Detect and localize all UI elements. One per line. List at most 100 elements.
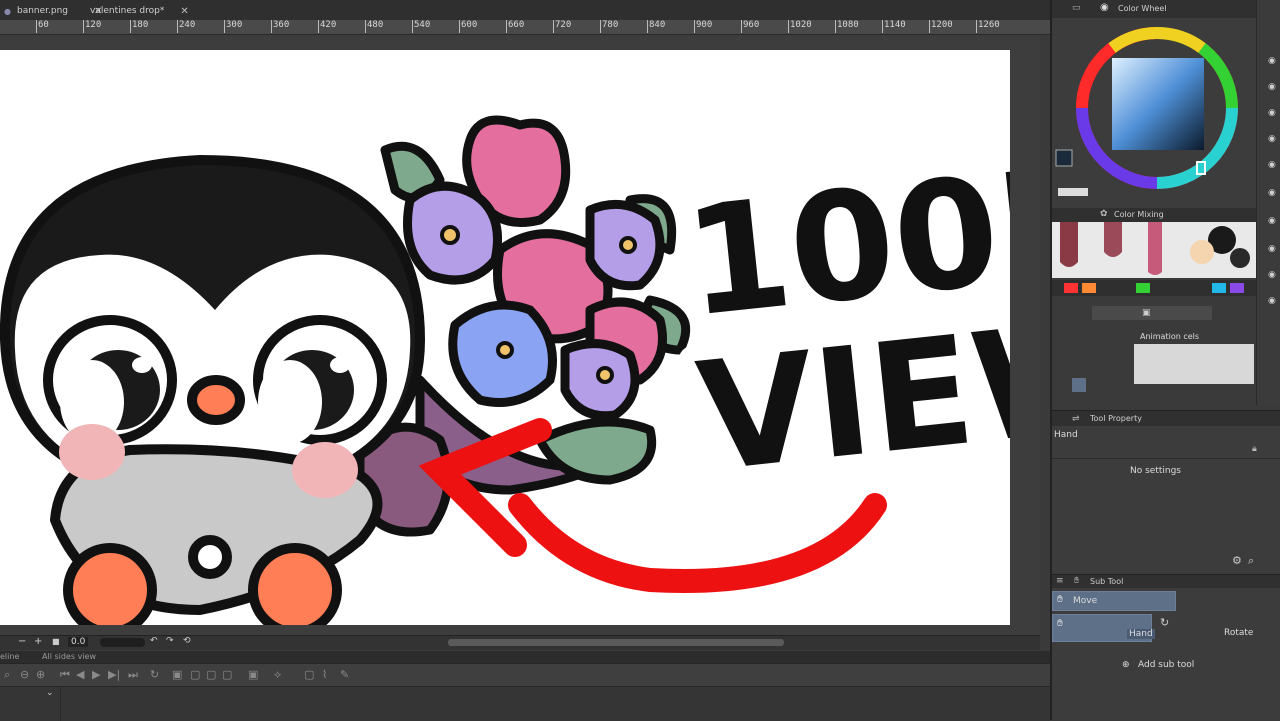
layer-thumbnail[interactable]: [1134, 344, 1254, 384]
ruler-tick: 180: [129, 20, 149, 33]
main-color-swatch[interactable]: [1055, 149, 1073, 167]
ruler-tick: 900: [693, 20, 713, 33]
eye-icon[interactable]: ◉: [1268, 296, 1276, 306]
rotate-right-icon[interactable]: ↷: [166, 636, 174, 646]
keyframe-icon[interactable]: ⟡: [274, 668, 281, 682]
color-mixing-canvas[interactable]: [1052, 222, 1256, 278]
ruler-tick: 360: [270, 20, 290, 33]
menu-icon[interactable]: ≡: [1056, 576, 1064, 586]
search-icon[interactable]: ⌕: [4, 668, 10, 682]
stop-icon[interactable]: ■: [52, 637, 60, 646]
rotate-icon: ↻: [1160, 616, 1170, 629]
cel-icon[interactable]: ▢: [206, 668, 216, 681]
cel-icon[interactable]: ▢: [222, 668, 232, 681]
rotate-left-icon[interactable]: ↶: [150, 636, 158, 646]
color-palette[interactable]: [1052, 280, 1256, 296]
ruler-tick: 660: [505, 20, 525, 33]
eye-icon[interactable]: ◉: [1268, 270, 1276, 280]
color-wheel-panel[interactable]: [1052, 18, 1256, 208]
wrench-icon[interactable]: ⚙: [1232, 554, 1242, 567]
color-wheel-title: Color Wheel: [1118, 4, 1167, 13]
frame-icon[interactable]: ▢: [304, 668, 314, 681]
add-sub-tool-label: Add sub tool: [1138, 660, 1195, 670]
plus-icon: ⊕: [1122, 660, 1130, 670]
ruler-tick: 720: [552, 20, 572, 33]
zoom-slider[interactable]: [100, 638, 145, 647]
divider: [1052, 458, 1280, 459]
ruler-tick: 240: [176, 20, 196, 33]
no-settings-text: No settings: [1130, 466, 1181, 476]
cel-icon[interactable]: ▢: [190, 668, 200, 681]
zoom-value[interactable]: 0.0: [68, 637, 89, 647]
last-frame-icon[interactable]: ⏭: [128, 668, 138, 682]
eye-icon[interactable]: ◉: [1268, 134, 1276, 144]
loop-icon[interactable]: ↻: [150, 668, 159, 681]
ruler-tick: 840: [646, 20, 666, 33]
hand-icon: ✋︎: [1074, 576, 1080, 586]
tool-property-icon: ⇌: [1072, 414, 1080, 424]
color-mixing-title: Color Mixing: [1114, 210, 1164, 219]
zoom-in-icon[interactable]: ⊕: [36, 668, 45, 681]
layer-selected-indicator: [1072, 378, 1086, 392]
chevron-down-icon[interactable]: ⌄: [46, 688, 54, 698]
eye-icon[interactable]: ◉: [1268, 160, 1276, 170]
horizontal-ruler: 60 120 180 240 300 360 420 480 540 600 6…: [0, 20, 1052, 35]
timeline-track-area[interactable]: ⌄: [0, 686, 1050, 721]
sub-tool-label: Hand: [1127, 629, 1155, 639]
tool-property-header: ⇌ Tool Property: [1052, 410, 1280, 427]
ruler-tick: 480: [364, 20, 384, 33]
timeline-toolbar: ⌕ ⊖ ⊕ ⏮ ◀ ▶ ▶| ⏭ ↻ ▣ ▢ ▢ ▢ ▣ ⟡ ▢ ⌇ ✎: [0, 663, 1050, 686]
new-cel-icon[interactable]: ▣: [172, 668, 182, 681]
ruler-tick: 1200: [929, 20, 953, 33]
tool-property-tool-name: Hand: [1054, 430, 1078, 440]
eye-icon[interactable]: ◉: [1268, 188, 1276, 198]
tab-label: valentines drop*: [90, 6, 165, 16]
layer-panel[interactable]: ▣ Animation cels: [1052, 296, 1256, 406]
ruler-tick: 60: [36, 20, 49, 33]
zoom-out-icon[interactable]: −: [18, 636, 26, 647]
eye-icon[interactable]: ◉: [1268, 216, 1276, 226]
eye-icon[interactable]: ◉: [1268, 244, 1276, 254]
drawing-canvas[interactable]: 100M 100M VIEWS VIEWS: [0, 50, 1010, 625]
ruler-tick: 1020: [788, 20, 812, 33]
ruler-tick: 540: [411, 20, 431, 33]
sub-tool-group-move[interactable]: ✋︎ Move: [1052, 591, 1176, 611]
sub-tool-label: Rotate: [1224, 628, 1254, 638]
layer-icon[interactable]: ▣: [1142, 308, 1151, 318]
next-frame-icon[interactable]: ▶|: [108, 668, 120, 681]
play-icon[interactable]: ▶: [92, 668, 100, 681]
eye-icon[interactable]: ◉: [1268, 108, 1276, 118]
transparent-swatch[interactable]: [1058, 188, 1088, 196]
ruler-tick: 960: [740, 20, 760, 33]
color-wheel[interactable]: [1052, 18, 1256, 208]
tab-all-sides-view[interactable]: All sides view: [42, 652, 96, 661]
panel-icon[interactable]: ▭: [1072, 3, 1081, 13]
brush-icon[interactable]: ⌇: [322, 668, 327, 681]
zoom-out-icon[interactable]: ⊖: [20, 668, 29, 681]
horizontal-scrollbar[interactable]: [448, 639, 784, 646]
sub-tool-header: ≡ ✋︎ Sub Tool: [1052, 574, 1280, 589]
sub-tool-hand[interactable]: ✋︎ Hand: [1052, 614, 1155, 642]
eye-icon[interactable]: ◉: [1268, 56, 1276, 66]
onion-skin-icon[interactable]: ▣: [248, 668, 258, 681]
reset-rotation-icon[interactable]: ⟲: [183, 636, 191, 646]
artwork: 100M 100M VIEWS VIEWS: [0, 113, 1010, 625]
eye-icon[interactable]: ◉: [1268, 82, 1276, 92]
search-icon[interactable]: ⌕: [1248, 554, 1254, 568]
lock-icon[interactable]: 🔒︎: [1252, 444, 1257, 454]
mixing-swatches: [1052, 222, 1256, 278]
timeline-tabs: eline All sides view: [0, 651, 1050, 663]
tab-timeline[interactable]: eline: [0, 652, 19, 661]
color-mixing-icon: ✿: [1100, 209, 1108, 219]
sub-tool-title: Sub Tool: [1090, 577, 1124, 586]
first-frame-icon[interactable]: ⏮: [60, 668, 70, 682]
prev-frame-icon[interactable]: ◀: [76, 668, 84, 681]
tab-valentines[interactable]: valentines drop* ✕: [90, 3, 189, 19]
close-icon[interactable]: ✕: [180, 6, 188, 17]
tab-banner[interactable]: ● banner.png ✕: [4, 3, 102, 19]
palette-swatches: [1064, 283, 1244, 293]
headline: 100M 100M VIEWS VIEWS: [662, 113, 1010, 521]
sub-tool-rotate[interactable]: ↻ Rotate: [1154, 614, 1280, 640]
pen-icon[interactable]: ✎: [340, 668, 349, 681]
zoom-in-icon[interactable]: +: [34, 636, 42, 647]
